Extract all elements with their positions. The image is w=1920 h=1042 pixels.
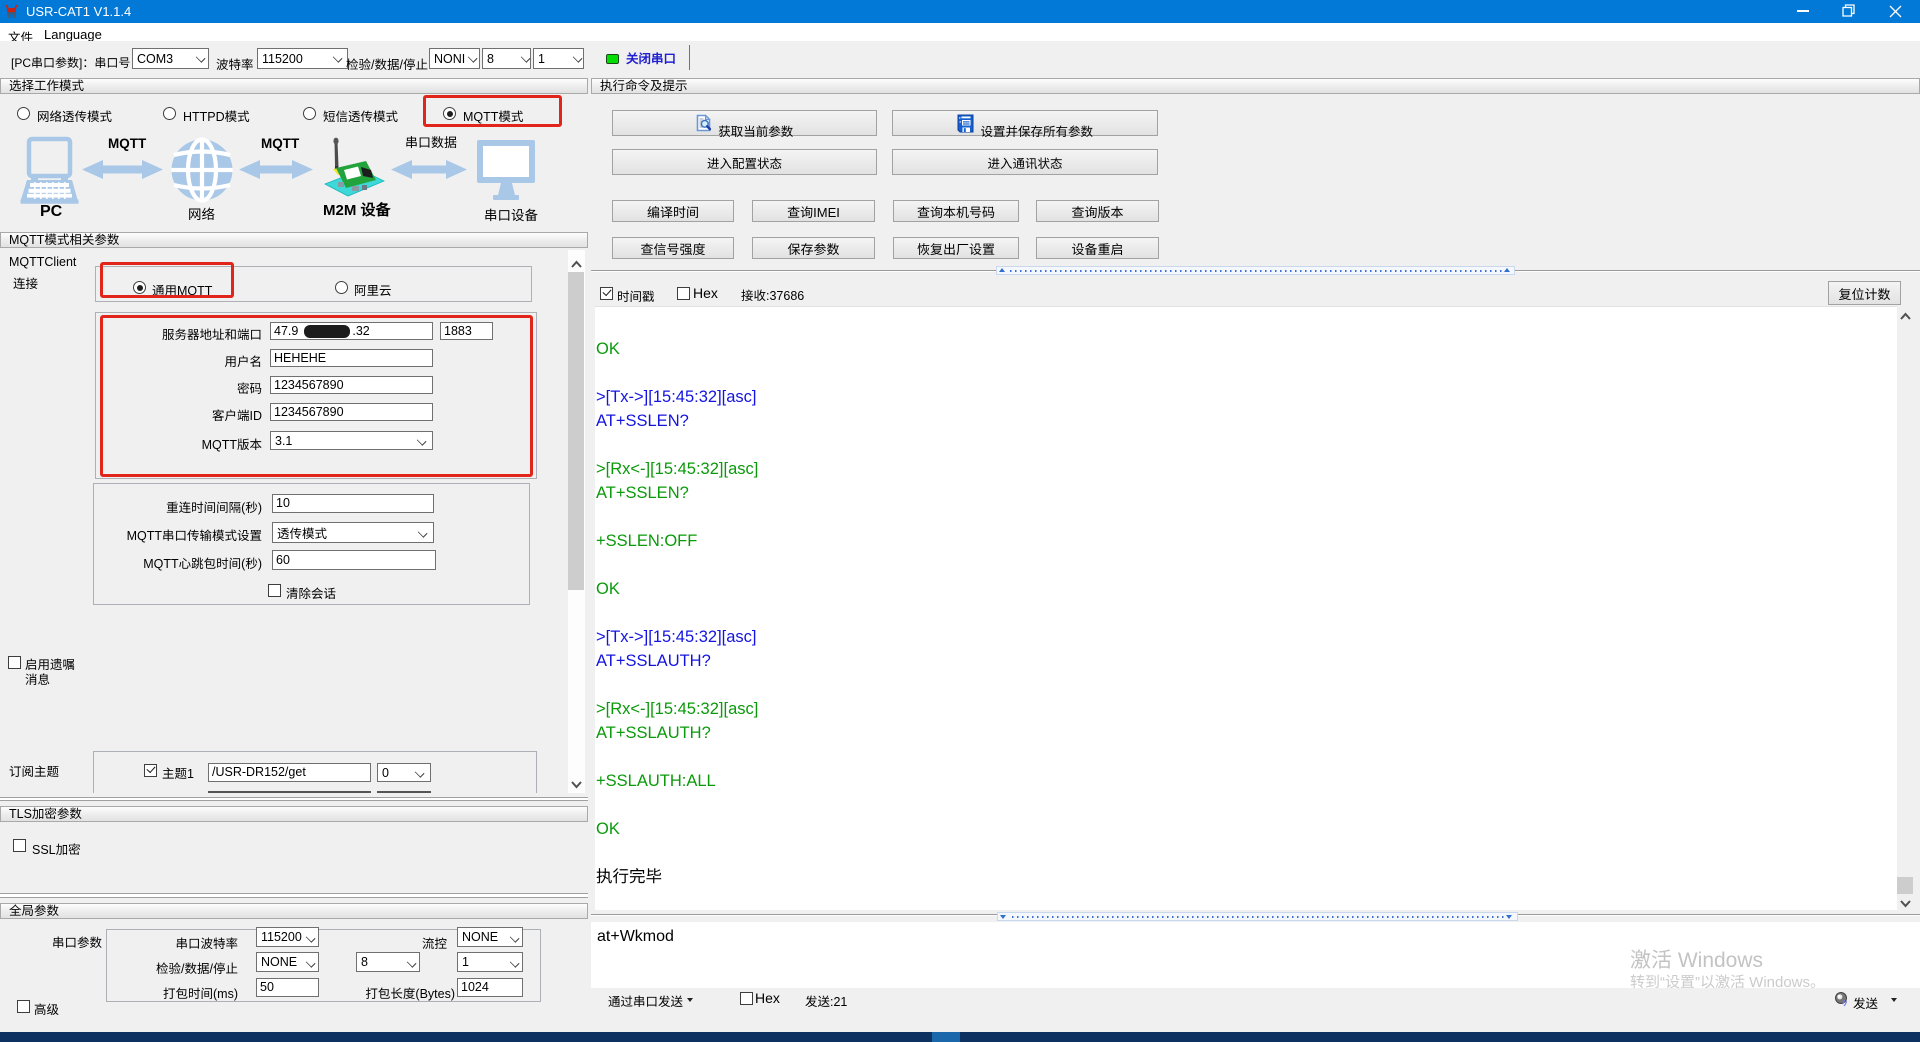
svg-text:M2M 设备: M2M 设备 bbox=[323, 202, 392, 219]
svg-text:串口数据: 串口数据 bbox=[405, 135, 457, 150]
svg-text:串口设备: 串口设备 bbox=[484, 208, 538, 223]
svg-text:MQTT: MQTT bbox=[108, 136, 147, 151]
svg-text:MQTT: MQTT bbox=[261, 136, 300, 151]
svg-text:网络: 网络 bbox=[188, 207, 215, 222]
svg-text:PC: PC bbox=[40, 203, 63, 220]
